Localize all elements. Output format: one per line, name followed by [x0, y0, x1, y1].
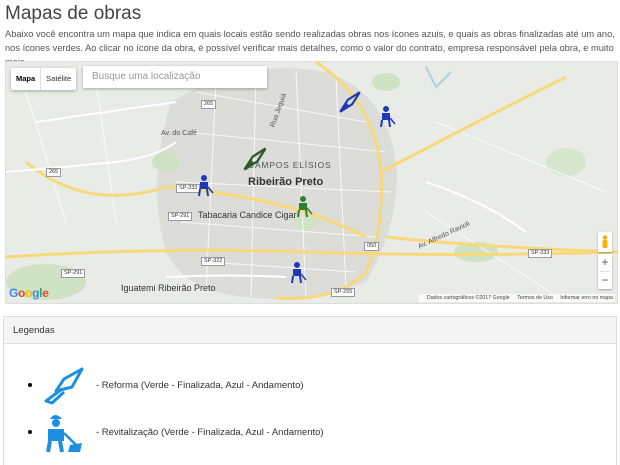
page-title: Mapas de obras [5, 3, 142, 24]
map-type-control: Mapa Satélite [11, 68, 77, 90]
report-error-link[interactable]: Informar erro no mapa [560, 295, 613, 301]
google-logo[interactable]: Google [9, 286, 49, 300]
road-shield: 265 [46, 168, 62, 177]
zoom-control: + − [598, 254, 612, 289]
road-shield: 265 [201, 100, 217, 109]
legend-panel: Legendas - Reforma (Verde - Finalizada, … [3, 316, 617, 465]
trowel-marker-green[interactable] [241, 145, 269, 173]
map-footer: Dados cartográficos ©2017 Google Termos … [418, 294, 615, 302]
legend-text: - Reforma (Verde - Finalizada, Azul - An… [96, 379, 304, 391]
list-bullet [28, 430, 32, 434]
terms-link[interactable]: Termos de Uso [517, 295, 553, 301]
map[interactable]: Mapa Satélite Av. do Café Rua Jequiá Av.… [5, 61, 618, 304]
legend-item-reforma: - Reforma (Verde - Finalizada, Azul - An… [28, 365, 304, 405]
legend-text: - Revitalização (Verde - Finalizada, Azu… [96, 426, 324, 438]
worker-marker-blue[interactable] [290, 262, 308, 284]
road-shield: SP-255 [331, 288, 356, 297]
legend-header: Legendas [4, 317, 616, 344]
worker-marker-blue[interactable] [379, 106, 397, 128]
trowel-icon [44, 367, 84, 405]
list-bullet [28, 383, 32, 387]
pegman-icon [602, 235, 608, 248]
zoom-in-button[interactable]: + [598, 254, 612, 271]
city-label: Ribeirão Preto [248, 176, 324, 188]
map-data-attribution: Dados cartográficos ©2017 Google [426, 295, 510, 301]
road-shield: SP-291 [168, 212, 193, 221]
location-search-input[interactable] [83, 66, 267, 88]
worker-marker-blue[interactable] [197, 175, 215, 197]
map-type-map-button[interactable]: Mapa [11, 68, 40, 90]
legend-item-revitalizacao: - Revitalização (Verde - Finalizada, Azu… [28, 411, 324, 453]
road-shield: SP-322 [201, 257, 226, 266]
worker-marker-green[interactable] [296, 196, 314, 218]
street-view-pegman[interactable] [598, 232, 612, 252]
worker-icon [46, 415, 82, 453]
zoom-out-button[interactable]: − [598, 272, 612, 289]
map-type-satellite-button[interactable]: Satélite [40, 68, 76, 90]
poi-tabacaria[interactable]: Tabacaria Candice Cigar [198, 210, 297, 220]
road-shield: 050 [364, 242, 380, 251]
poi-iguatemi[interactable]: Iguatemi Ribeirão Preto [121, 283, 216, 293]
trowel-marker-blue[interactable] [337, 89, 363, 115]
road-shield: SP-333 [528, 249, 553, 258]
street-label-cafe: Av. do Café [161, 130, 197, 137]
road-shield: SP-291 [61, 269, 86, 278]
